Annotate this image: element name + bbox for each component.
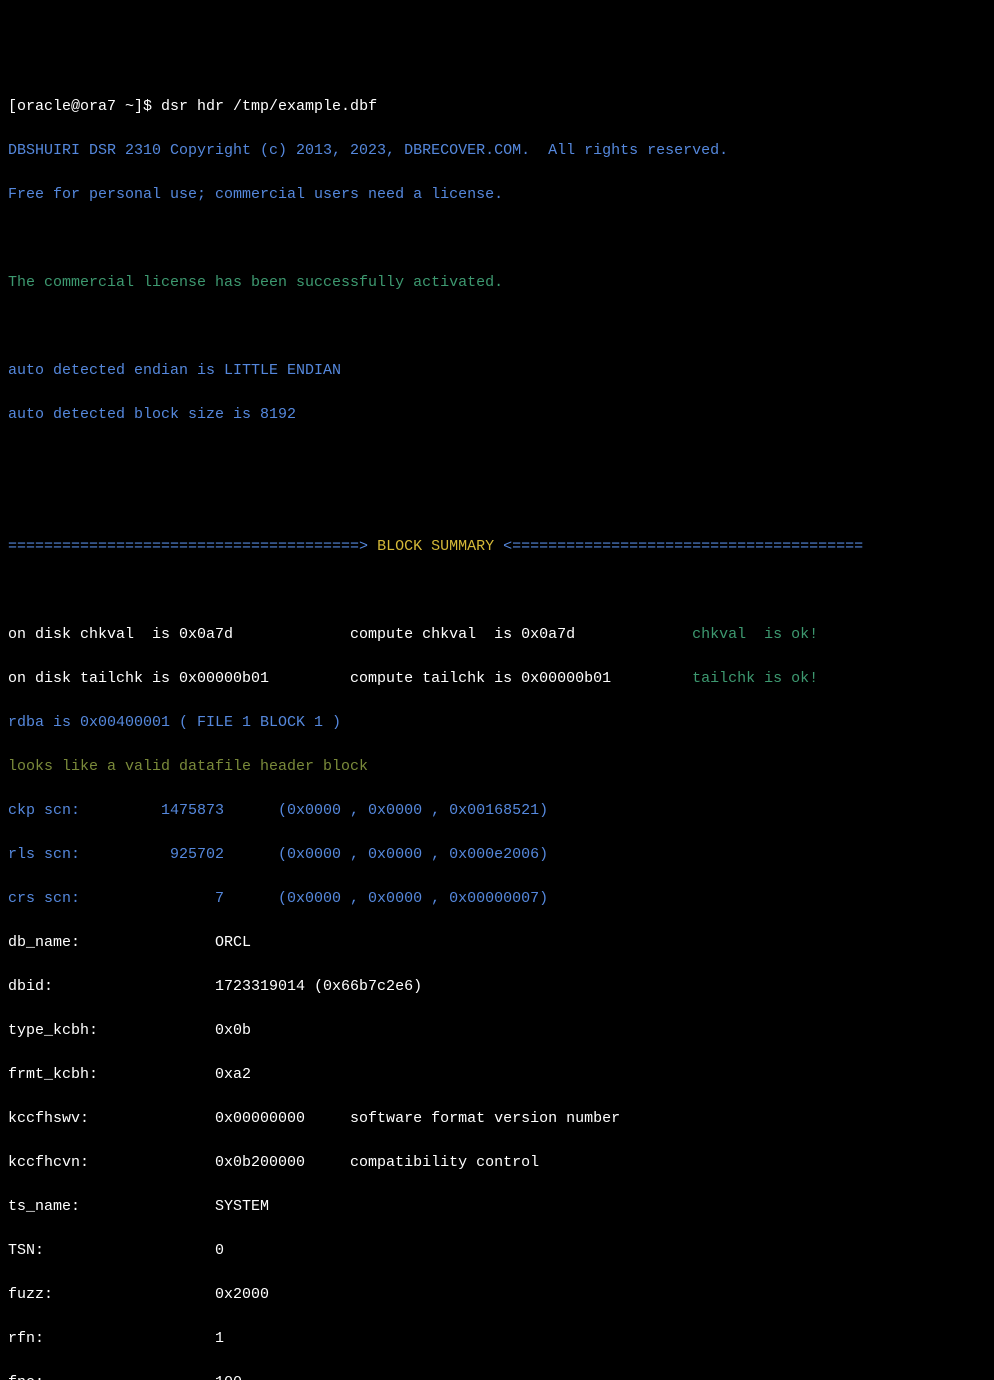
kccfhcvn-line: kccfhcvn: 0x0b200000 compatibility contr… — [8, 1152, 986, 1174]
rdba-line: rdba is 0x00400001 ( FILE 1 BLOCK 1 ) — [8, 712, 986, 734]
copyright-line-2: Free for personal use; commercial users … — [8, 184, 986, 206]
fno-line: fno: 100 — [8, 1372, 986, 1380]
tsn-line: TSN: 0 — [8, 1240, 986, 1262]
rls-line: rls scn: 925702 (0x0000 , 0x0000 , 0x000… — [8, 844, 986, 866]
tailchk-line: on disk tailchk is 0x00000b01 compute ta… — [8, 668, 986, 690]
blocksize-line: auto detected block size is 8192 — [8, 404, 986, 426]
blank-line — [8, 228, 986, 250]
chkval-disk: on disk chkval is 0x0a7d compute chkval … — [8, 626, 692, 643]
tailchk-disk: on disk tailchk is 0x00000b01 compute ta… — [8, 670, 692, 687]
endian-line: auto detected endian is LITTLE ENDIAN — [8, 360, 986, 382]
divider-line: =======================================>… — [8, 536, 986, 558]
ckp-line: ckp scn: 1475873 (0x0000 , 0x0000 , 0x00… — [8, 800, 986, 822]
license-line: The commercial license has been successf… — [8, 272, 986, 294]
prompt-line: [oracle@ora7 ~]$ dsr hdr /tmp/example.db… — [8, 96, 986, 118]
frmt-kcbh-line: frmt_kcbh: 0xa2 — [8, 1064, 986, 1086]
fuzz-line: fuzz: 0x2000 — [8, 1284, 986, 1306]
valid-line: looks like a valid datafile header block — [8, 756, 986, 778]
chkval-line: on disk chkval is 0x0a7d compute chkval … — [8, 624, 986, 646]
copyright-line-1: DBSHUIRI DSR 2310 Copyright (c) 2013, 20… — [8, 140, 986, 162]
divider-left: =======================================> — [8, 538, 377, 555]
blank-line — [8, 492, 986, 514]
blank-line — [8, 580, 986, 602]
blank-line — [8, 448, 986, 470]
ts-name-line: ts_name: SYSTEM — [8, 1196, 986, 1218]
chkval-ok: chkval is ok! — [692, 626, 818, 643]
command: dsr hdr /tmp/example.dbf — [161, 98, 377, 115]
divider-title: BLOCK SUMMARY — [377, 538, 494, 555]
rfn-line: rfn: 1 — [8, 1328, 986, 1350]
dbid-line: dbid: 1723319014 (0x66b7c2e6) — [8, 976, 986, 998]
crs-line: crs scn: 7 (0x0000 , 0x0000 , 0x00000007… — [8, 888, 986, 910]
tailchk-ok: tailchk is ok! — [692, 670, 818, 687]
type-kcbh-line: type_kcbh: 0x0b — [8, 1020, 986, 1042]
shell-prompt: [oracle@ora7 ~]$ — [8, 98, 161, 115]
db-name-line: db_name: ORCL — [8, 932, 986, 954]
divider-right: <======================================= — [494, 538, 863, 555]
kccfhswv-line: kccfhswv: 0x00000000 software format ver… — [8, 1108, 986, 1130]
blank-line — [8, 316, 986, 338]
